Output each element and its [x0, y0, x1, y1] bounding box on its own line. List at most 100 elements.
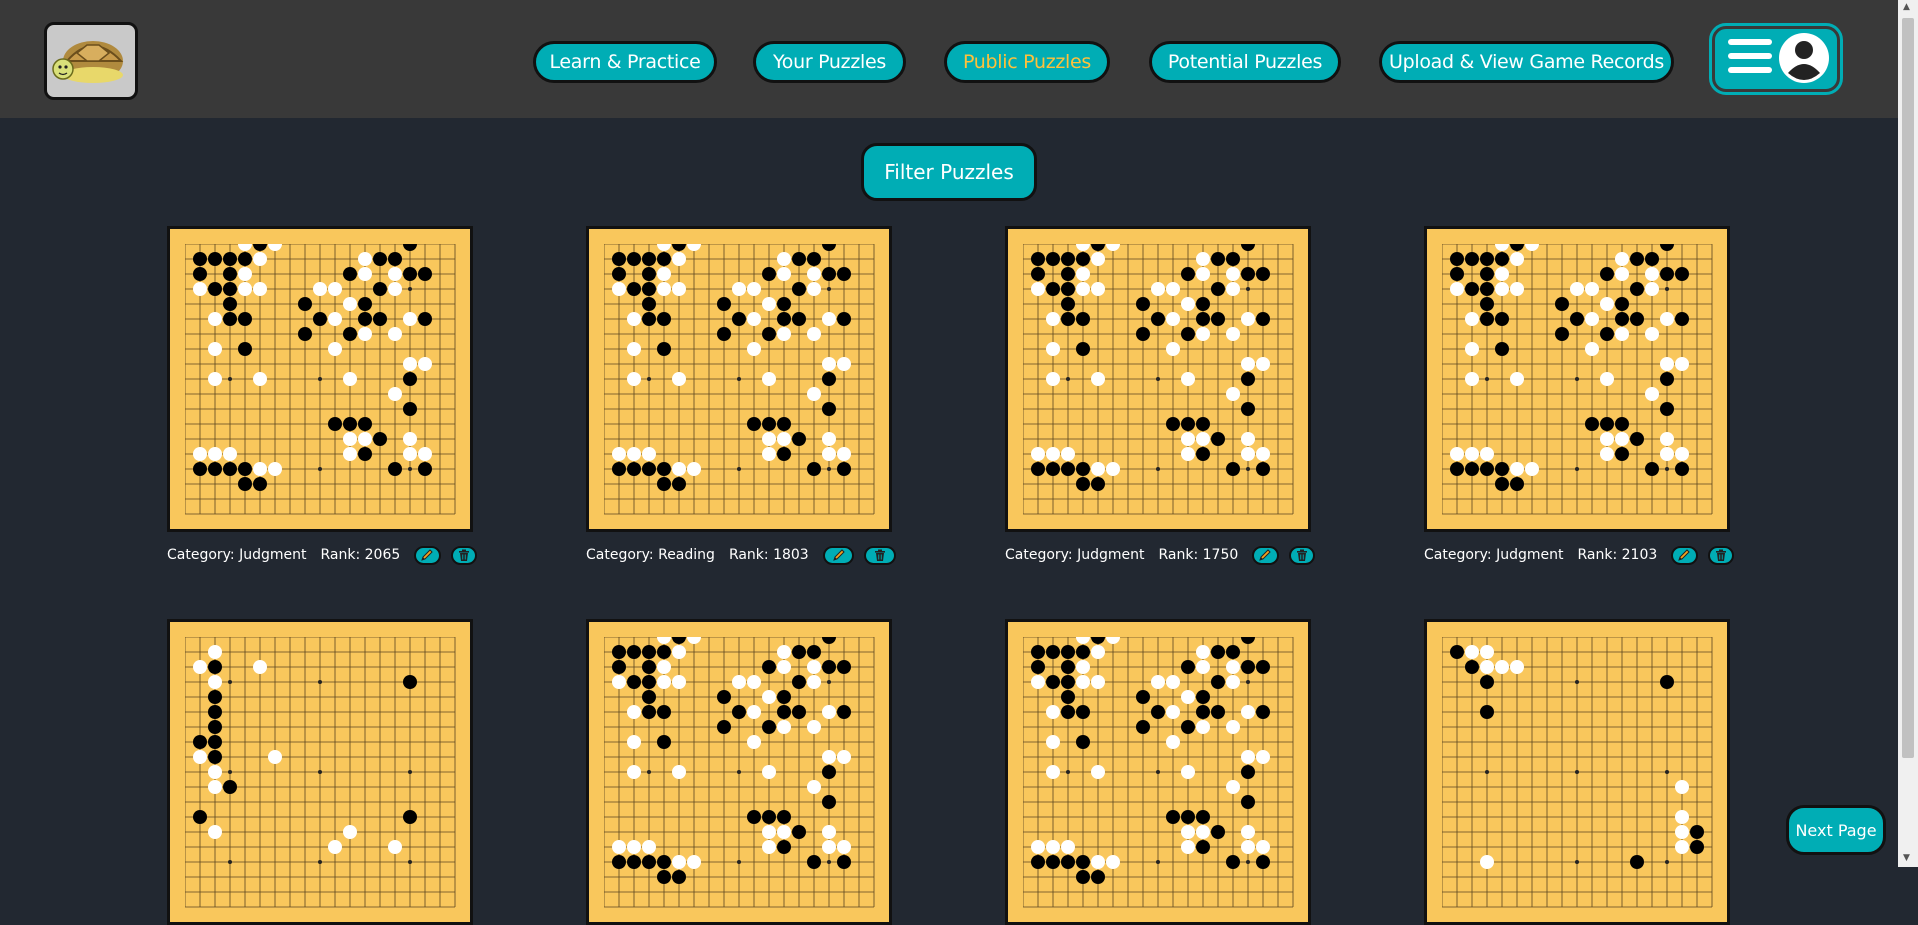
black-stone [1480, 297, 1494, 311]
black-stone [642, 462, 656, 476]
black-stone [343, 327, 357, 341]
black-stone [358, 312, 372, 326]
white-stone [1495, 282, 1509, 296]
turtle-logo[interactable] [44, 22, 138, 100]
scroll-up-icon[interactable]: ▲ [1903, 2, 1910, 12]
black-stone [1196, 297, 1210, 311]
nav-learn-practice[interactable]: Learn & Practice [533, 41, 717, 83]
white-stone [1196, 645, 1210, 659]
filter-puzzles-button[interactable]: Filter Puzzles [861, 143, 1037, 201]
white-stone [1226, 780, 1240, 794]
vertical-scrollbar[interactable]: ▲ ▼ [1898, 0, 1918, 867]
black-stone [822, 765, 836, 779]
black-stone [1211, 825, 1225, 839]
white-stone [343, 372, 357, 386]
white-stone [388, 840, 402, 854]
go-board-preview[interactable] [1005, 619, 1311, 925]
pencil-icon [1678, 549, 1691, 561]
white-stone [1196, 252, 1210, 266]
go-board-preview[interactable] [167, 226, 473, 532]
go-board-grid [1023, 244, 1294, 515]
black-stone [193, 267, 207, 281]
black-stone [1076, 312, 1090, 326]
white-stone [687, 462, 701, 476]
go-board-preview[interactable] [1424, 619, 1730, 925]
delete-puzzle-button[interactable] [1707, 545, 1734, 565]
edit-puzzle-button[interactable] [1252, 545, 1279, 565]
black-stone [193, 735, 207, 749]
white-stone [1196, 327, 1210, 341]
white-stone [777, 327, 791, 341]
account-menu-button[interactable] [1709, 23, 1843, 95]
white-stone [193, 447, 207, 461]
go-board-preview[interactable] [586, 619, 892, 925]
nav-potential-puzzles[interactable]: Potential Puzzles [1149, 41, 1341, 83]
black-stone [657, 462, 671, 476]
black-stone [612, 267, 626, 281]
delete-puzzle-button[interactable] [450, 545, 477, 565]
next-page-button[interactable]: Next Page [1786, 805, 1886, 855]
black-stone [792, 312, 806, 326]
edit-puzzle-button[interactable] [414, 545, 441, 565]
go-board-preview[interactable] [586, 226, 892, 532]
white-stone [1495, 660, 1509, 674]
go-board-preview[interactable] [1424, 226, 1730, 532]
white-stone [1166, 705, 1180, 719]
white-stone [1645, 387, 1659, 401]
black-stone [792, 282, 806, 296]
white-stone [418, 357, 432, 371]
nav-your-puzzles[interactable]: Your Puzzles [753, 41, 906, 83]
white-stone [238, 282, 252, 296]
white-stone [1106, 637, 1120, 644]
edit-puzzle-button[interactable] [1671, 545, 1698, 565]
black-stone [1256, 705, 1270, 719]
white-stone [627, 372, 641, 386]
black-stone [1046, 252, 1060, 266]
black-stone [1615, 417, 1629, 431]
black-stone [1211, 432, 1225, 446]
black-stone [1196, 417, 1210, 431]
black-stone [627, 675, 641, 689]
black-stone [1211, 705, 1225, 719]
white-stone [657, 282, 671, 296]
black-stone [1211, 675, 1225, 689]
nav-upload-game-records[interactable]: Upload & View Game Records [1379, 41, 1674, 83]
delete-puzzle-button[interactable] [864, 545, 896, 565]
white-stone [777, 645, 791, 659]
black-stone [298, 297, 312, 311]
black-stone [1450, 645, 1464, 659]
puzzle-info-row: Category: Judgment Rank: 2065 [167, 544, 487, 566]
white-stone [208, 780, 222, 794]
go-board-preview[interactable] [167, 619, 473, 925]
white-stone [1645, 282, 1659, 296]
white-stone [822, 312, 836, 326]
white-stone [822, 825, 836, 839]
white-stone [822, 840, 836, 854]
pencil-icon [421, 549, 434, 561]
scroll-down-icon[interactable]: ▼ [1903, 853, 1910, 863]
delete-puzzle-button[interactable] [1288, 545, 1315, 565]
black-stone [1211, 645, 1225, 659]
black-stone [1091, 477, 1105, 491]
black-stone [223, 267, 237, 281]
scrollbar-thumb[interactable] [1902, 18, 1914, 758]
black-stone [343, 267, 357, 281]
go-board-preview[interactable] [1005, 226, 1311, 532]
white-stone [343, 447, 357, 461]
white-stone [1645, 327, 1659, 341]
white-stone [1510, 660, 1524, 674]
white-stone [1256, 840, 1270, 854]
white-stone [1091, 372, 1105, 386]
white-stone [1076, 637, 1090, 644]
white-stone [807, 282, 821, 296]
edit-puzzle-button[interactable] [822, 545, 855, 565]
black-stone [642, 267, 656, 281]
nav-public-puzzles[interactable]: Public Puzzles [944, 41, 1110, 83]
white-stone [388, 327, 402, 341]
white-stone [612, 840, 626, 854]
black-stone [1241, 267, 1255, 281]
white-stone [238, 267, 252, 281]
white-stone [1181, 372, 1195, 386]
black-stone [1031, 267, 1045, 281]
black-stone [642, 645, 656, 659]
